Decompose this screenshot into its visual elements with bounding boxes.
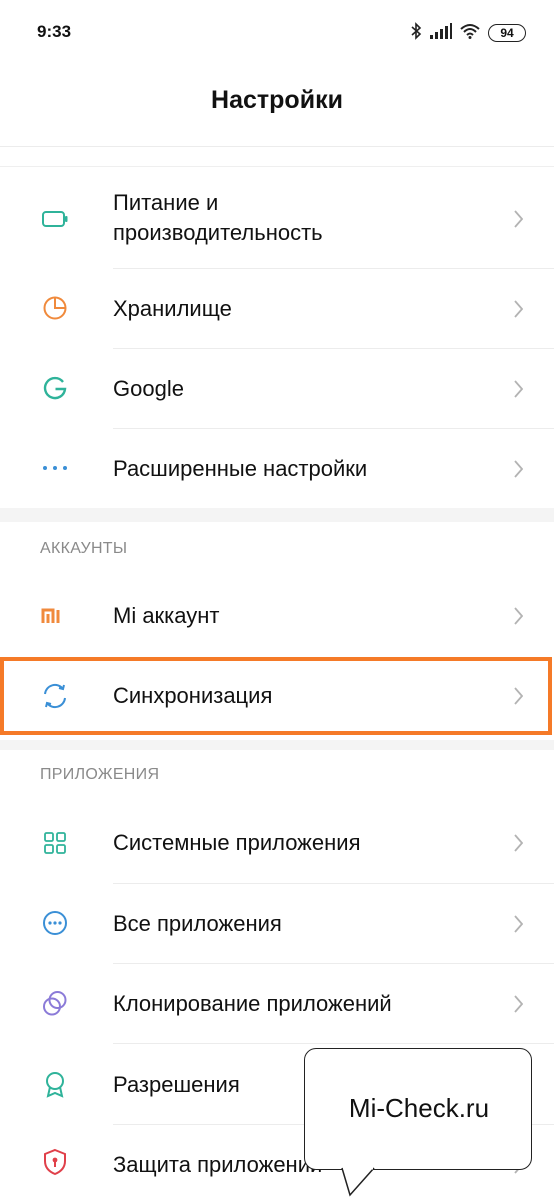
watermark-text: Mi-Check.ru — [348, 1093, 490, 1123]
pie-chart-icon — [40, 293, 70, 323]
clone-circles-icon — [40, 988, 70, 1018]
grid-icon — [40, 828, 70, 858]
row-label: Расширенные настройки — [113, 456, 368, 481]
chevron-right-icon — [510, 604, 526, 628]
row-advanced-settings[interactable]: Расширенные настройки — [0, 429, 554, 508]
row-label: Google — [113, 376, 184, 401]
chevron-right-icon — [510, 684, 526, 708]
chevron-right-icon — [510, 457, 526, 481]
section-header-apps: ПРИЛОЖЕНИЯ — [40, 766, 160, 783]
battery-icon — [40, 204, 70, 234]
battery-indicator: 94 — [488, 24, 526, 42]
row-google[interactable]: Google — [0, 349, 554, 428]
scroll-edge-divider — [0, 160, 554, 167]
row-mi-account[interactable]: Mi аккаунт — [0, 576, 554, 656]
row-label: Синхронизация — [113, 683, 273, 708]
row-label: Хранилище — [113, 296, 232, 321]
chat-dots-icon — [40, 908, 70, 938]
signal-icon — [430, 22, 452, 44]
row-label: Mi аккаунт — [113, 603, 220, 628]
section-divider — [0, 740, 554, 750]
shield-lock-icon — [40, 1147, 70, 1177]
status-time: 9:33 — [37, 22, 72, 41]
row-power-performance[interactable]: Питание и производительность — [0, 170, 554, 268]
bluetooth-icon — [410, 21, 422, 45]
ribbon-icon — [40, 1069, 70, 1099]
watermark-bubble: Mi-Check.ru — [304, 1048, 532, 1170]
row-sync[interactable]: Синхронизация — [0, 657, 554, 735]
row-label: Системные приложения — [113, 830, 361, 855]
chevron-right-icon — [510, 992, 526, 1016]
chevron-right-icon — [510, 377, 526, 401]
section-divider — [0, 508, 554, 522]
status-icons: 94 — [410, 21, 526, 45]
wifi-icon — [460, 23, 480, 44]
chevron-right-icon — [510, 297, 526, 321]
row-storage[interactable]: Хранилище — [0, 269, 554, 348]
row-all-apps[interactable]: Все приложения — [0, 884, 554, 963]
more-dots-icon — [40, 453, 70, 483]
row-label: Защита приложений — [113, 1152, 323, 1177]
row-clone-apps[interactable]: Клонирование приложений — [0, 964, 554, 1043]
google-icon — [40, 373, 70, 403]
chevron-right-icon — [510, 207, 526, 231]
chevron-right-icon — [510, 831, 526, 855]
row-label: Клонирование приложений — [113, 991, 392, 1016]
row-label: Питание и производительность — [113, 190, 323, 245]
row-system-apps[interactable]: Системные приложения — [0, 803, 554, 883]
row-label: Разрешения — [113, 1072, 240, 1097]
chevron-right-icon — [510, 912, 526, 936]
header-divider — [0, 146, 554, 147]
row-label: Все приложения — [113, 911, 282, 936]
page-title: Настройки — [211, 86, 343, 114]
sync-icon — [40, 681, 70, 711]
watermark-tail — [341, 1167, 375, 1197]
section-header-accounts: АККАУНТЫ — [40, 540, 128, 557]
status-bar: 9:33 94 — [0, 0, 554, 66]
mi-logo-icon — [40, 601, 70, 631]
